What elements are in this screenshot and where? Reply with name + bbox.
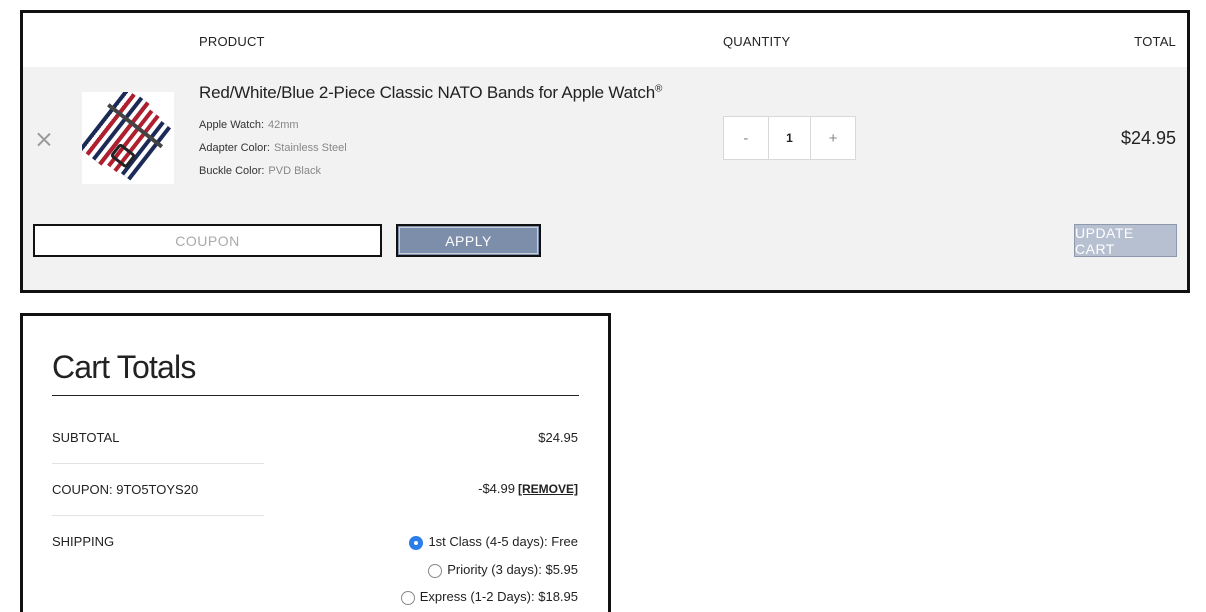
row-divider — [52, 463, 264, 464]
cart-totals-title: Cart Totals — [52, 349, 196, 385]
line-total: $24.95 — [1120, 128, 1176, 148]
shipping-option-priority[interactable]: Priority (3 days): $5.95 — [428, 560, 578, 578]
header-product: PRODUCT — [199, 34, 265, 49]
quantity-value[interactable]: 1 — [767, 117, 812, 159]
radio-icon[interactable] — [428, 564, 443, 578]
row-divider — [52, 515, 264, 516]
meta-value: 42mm — [268, 119, 299, 131]
coupon-discount: -$4.99 [REMOVE] — [478, 481, 578, 496]
meta-apple-watch: Apple Watch: 42mm — [199, 119, 299, 131]
subtotal-label: SUBTOTAL — [52, 430, 120, 445]
cart-item-row: Red/White/Blue 2-Piece Classic NATO Band… — [23, 67, 1187, 290]
header-quantity: QUANTITY — [723, 34, 791, 49]
product-thumbnail[interactable] — [79, 88, 174, 184]
meta-value: Stainless Steel — [273, 142, 347, 154]
shipping-option-express[interactable]: Express (1-2 Days): $18.95 — [400, 587, 578, 605]
shipping-option-first-class[interactable]: 1st Class (4-5 days): Free — [409, 532, 578, 550]
shipping-option-label: Priority (3 days): $5.95 — [447, 561, 578, 577]
title-divider — [52, 395, 579, 396]
meta-key: Adapter Color: — [199, 142, 270, 154]
radio-selected-icon[interactable] — [409, 536, 424, 550]
meta-key: Apple Watch: — [199, 119, 265, 131]
cart-table: PRODUCT QUANTITY TOTAL Red/White/Blue 2-… — [20, 10, 1190, 293]
registered-mark: ® — [654, 83, 663, 95]
shipping-option-label: Express (1-2 Days): $18.95 — [419, 588, 578, 604]
product-title: Red/White/Blue 2-Piece Classic NATO Band… — [199, 83, 655, 102]
shipping-label: SHIPPING — [52, 534, 115, 549]
coupon-label: COUPON: 9TO5TOYS20 — [52, 482, 199, 497]
subtotal-value: $24.95 — [538, 430, 578, 445]
remove-item-icon[interactable] — [36, 131, 52, 147]
header-total: TOTAL — [1134, 34, 1176, 49]
decrement-button[interactable]: - — [724, 117, 768, 159]
coupon-input[interactable] — [33, 224, 382, 257]
quantity-stepper: - 1 + — [723, 116, 856, 160]
product-title-link[interactable]: Red/White/Blue 2-Piece Classic NATO Band… — [199, 83, 662, 103]
meta-adapter-color: Adapter Color: Stainless Steel — [199, 142, 347, 154]
update-cart-button[interactable]: UPDATE CART — [1074, 224, 1177, 257]
remove-coupon-link[interactable]: [REMOVE] — [518, 482, 578, 496]
meta-buckle-color: Buckle Color: PVD Black — [199, 165, 321, 177]
shipping-option-label: 1st Class (4-5 days): Free — [428, 533, 578, 549]
cart-totals-panel: Cart Totals SUBTOTAL $24.95 COUPON: 9TO5… — [20, 313, 611, 612]
radio-icon[interactable] — [400, 591, 415, 605]
increment-button[interactable]: + — [811, 117, 855, 159]
cart-table-header: PRODUCT QUANTITY TOTAL — [23, 13, 1187, 67]
nato-band-image — [79, 88, 171, 181]
apply-coupon-button[interactable]: APPLY — [396, 224, 541, 257]
coupon-value: -$4.99 — [478, 481, 515, 496]
meta-key: Buckle Color: — [199, 165, 265, 177]
apply-label: APPLY — [445, 232, 492, 249]
meta-value: PVD Black — [268, 165, 321, 177]
